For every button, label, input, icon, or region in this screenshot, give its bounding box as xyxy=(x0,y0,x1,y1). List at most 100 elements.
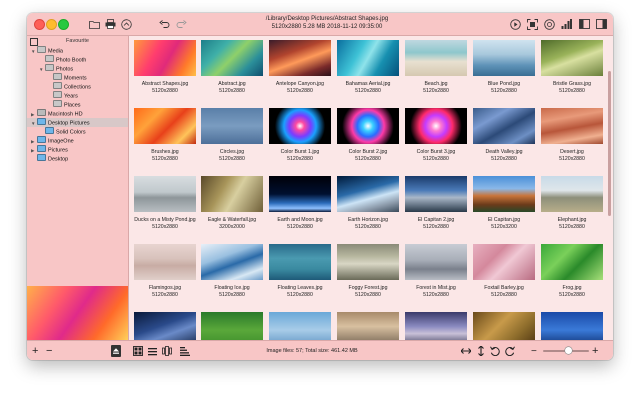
thumbnail-filename: Bahamas Aerial.jpg xyxy=(345,81,391,87)
zoom-slider-knob[interactable] xyxy=(564,347,572,354)
thumbnail-item[interactable]: Elephant.jpg 5120x2880 xyxy=(539,172,605,239)
histogram-button[interactable] xyxy=(559,17,573,31)
thumbnail-item[interactable]: El Capitan 2.jpg 5120x2880 xyxy=(403,172,469,239)
thumbnail-image xyxy=(405,176,467,212)
thumbnail-item[interactable] xyxy=(539,308,605,340)
thumbnail-item[interactable]: Abstract Shapes.jpg 5120x2880 xyxy=(132,36,198,103)
add-folder-button[interactable]: + xyxy=(32,345,38,357)
thumbnail-dimensions: 5120x2880 xyxy=(423,156,449,162)
tree-item[interactable]: ▶ Macintosh HD xyxy=(27,109,128,118)
tree-item[interactable]: Solid Colors xyxy=(27,127,128,136)
color-button[interactable] xyxy=(542,17,556,31)
toggle-sidebar-button[interactable] xyxy=(577,17,591,31)
grid-view-button[interactable] xyxy=(133,345,143,357)
image-preview xyxy=(27,286,128,340)
thumbnail-item[interactable]: Color Burst 1.jpg 5120x2880 xyxy=(267,104,333,171)
fit-width-button[interactable] xyxy=(461,345,471,357)
eject-button[interactable] xyxy=(111,345,121,357)
thumbnail-image xyxy=(473,176,535,212)
rotate-right-button[interactable] xyxy=(505,345,515,357)
thumbnail-item[interactable]: Circles.jpg 5120x2880 xyxy=(199,104,265,171)
open-folder-button[interactable] xyxy=(87,17,101,31)
tree-item[interactable]: Moments xyxy=(27,73,128,82)
thumbnail-item[interactable]: Ducks on a Misty Pond.jpg 5120x2880 xyxy=(132,172,198,239)
thumbnail-item[interactable] xyxy=(199,308,265,340)
thumbnail-filename: Forest in Mist.jpg xyxy=(416,285,456,291)
thumbnail-dimensions: 5120x2880 xyxy=(287,292,313,298)
thumbnail-item[interactable]: Blue Pond.jpg 5120x2880 xyxy=(471,36,537,103)
slideshow-button[interactable] xyxy=(508,17,522,31)
fullscreen-button[interactable] xyxy=(525,17,539,31)
tree-item[interactable]: ▶ Pictures xyxy=(27,145,128,154)
thumbnail-item[interactable] xyxy=(267,308,333,340)
thumbnail-image xyxy=(473,244,535,280)
thumbnail-item[interactable]: Foxtail Barley.jpg 5120x2880 xyxy=(471,240,537,307)
thumbnail-item[interactable]: El Capitan.jpg 5120x3200 xyxy=(471,172,537,239)
zoom-out-button[interactable]: − xyxy=(531,345,537,357)
tree-item-label: Places xyxy=(64,102,81,109)
thumbnail-item[interactable]: Eagle & Waterfall.jpg 3200x2000 xyxy=(199,172,265,239)
zoom-in-button[interactable]: + xyxy=(592,345,598,357)
tree-item[interactable]: Years xyxy=(27,91,128,100)
sidebar: Favourite ▼ Media Photo Booth ▼ Photos Moment… xyxy=(27,36,129,340)
thumbnail-item[interactable]: Death Valley.jpg 5120x2880 xyxy=(471,104,537,171)
tree-item-label: Collections xyxy=(64,84,91,91)
share-button[interactable] xyxy=(119,17,133,31)
thumbnail-image xyxy=(337,40,399,76)
zoom-slider[interactable] xyxy=(543,347,589,354)
thumbnail-item[interactable]: Color Burst 2.jpg 5120x2880 xyxy=(335,104,401,171)
thumbnail-item[interactable]: Brushes.jpg 5120x2880 xyxy=(132,104,198,171)
thumbnail-item[interactable]: Frog.jpg 5120x2880 xyxy=(539,240,605,307)
tree-item[interactable]: ▶ ImageOne xyxy=(27,136,128,145)
print-button[interactable] xyxy=(103,17,117,31)
thumbnail-item[interactable]: Antelope Canyon.jpg 5120x2880 xyxy=(267,36,333,103)
fit-height-button[interactable] xyxy=(477,345,485,357)
thumbnail-item[interactable]: Earth and Moon.jpg 5120x2880 xyxy=(267,172,333,239)
close-window-button[interactable] xyxy=(34,19,45,30)
tree-item[interactable]: Places xyxy=(27,100,128,109)
rotate-left-button[interactable] xyxy=(490,345,500,357)
thumbnail-dimensions: 5120x2880 xyxy=(423,224,449,230)
undo-button[interactable] xyxy=(157,17,171,31)
thumbnail-dimensions: 5120x2880 xyxy=(355,224,381,230)
thumbnail-item[interactable]: Foggy Forest.jpg 5120x2880 xyxy=(335,240,401,307)
thumbnail-image xyxy=(473,108,535,144)
vertical-scrollbar[interactable] xyxy=(608,71,611,216)
tree-item-label: Solid Colors xyxy=(56,129,86,136)
tree-item[interactable]: Collections xyxy=(27,82,128,91)
minimize-window-button[interactable] xyxy=(46,19,57,30)
fullscreen-icon xyxy=(526,18,538,30)
thumbnail-item[interactable] xyxy=(471,308,537,340)
thumbnail-item[interactable]: Floating Ice.jpg 5120x2880 xyxy=(199,240,265,307)
redo-button[interactable] xyxy=(174,17,188,31)
tree-item[interactable]: ▼ Desktop Pictures xyxy=(27,118,128,127)
thumbnail-item[interactable]: Floating Leaves.jpg 5120x2880 xyxy=(267,240,333,307)
sort-button[interactable] xyxy=(180,345,190,357)
thumbnail-item[interactable] xyxy=(335,308,401,340)
thumbnail-item[interactable]: Bristle Grass.jpg 5120x2880 xyxy=(539,36,605,103)
thumbnail-item[interactable]: Abstract.jpg 5120x2880 xyxy=(199,36,265,103)
tree-item[interactable]: Desktop xyxy=(27,154,128,163)
thumbnail-item[interactable]: Bahamas Aerial.jpg 5120x2880 xyxy=(335,36,401,103)
thumbnail-item[interactable]: Desert.jpg 5120x2880 xyxy=(539,104,605,171)
remove-folder-button[interactable]: − xyxy=(46,345,52,357)
tree-item[interactable]: ▼ Media xyxy=(27,46,128,55)
thumbnail-item[interactable]: Flamingos.jpg 5120x2880 xyxy=(132,240,198,307)
thumbnail-item[interactable]: Beach.jpg 5120x2880 xyxy=(403,36,469,103)
thumbnail-item[interactable] xyxy=(403,308,469,340)
thumbnail-image xyxy=(269,176,331,212)
zoom-window-button[interactable] xyxy=(58,19,69,30)
list-view-button[interactable] xyxy=(148,345,157,357)
thumbnail-item[interactable]: Color Burst 3.jpg 5120x2880 xyxy=(403,104,469,171)
toggle-inspector-button[interactable] xyxy=(594,17,608,31)
folder-icon xyxy=(37,46,46,53)
thumbnail-image xyxy=(337,108,399,144)
tree-item[interactable]: Photo Booth xyxy=(27,55,128,64)
tree-item[interactable]: ▼ Photos xyxy=(27,64,128,73)
thumbnail-item[interactable]: Earth Horizon.jpg 5120x2880 xyxy=(335,172,401,239)
thumbnail-item[interactable]: Forest in Mist.jpg 5120x2880 xyxy=(403,240,469,307)
coverflow-view-button[interactable] xyxy=(162,345,172,357)
thumbnail-grid: Abstract Shapes.jpg 5120x2880 Abstract.jpg… xyxy=(129,36,613,340)
thumbnail-item[interactable] xyxy=(132,308,198,340)
thumbnail-filename: El Capitan 2.jpg xyxy=(417,217,455,223)
